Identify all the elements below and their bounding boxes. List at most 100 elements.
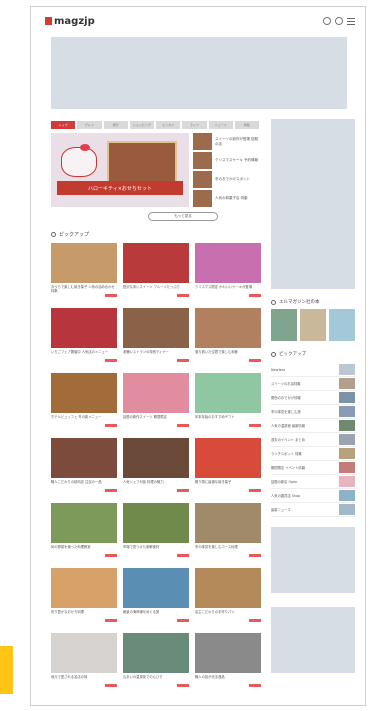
article-title: 年末年始のおすすめギフト xyxy=(195,415,235,419)
news-item[interactable]: 冬のおでかけスポット xyxy=(193,171,261,188)
article-card[interactable]: 人気シェフ対談 料理の魅力 xyxy=(123,438,189,495)
tab-4[interactable]: エンタメ xyxy=(156,121,181,129)
pickup-item[interactable]: ランチスポット 特集 xyxy=(271,447,355,461)
pickup-item[interactable]: 人気の雑貨店 Shop xyxy=(271,489,355,503)
article-card[interactable]: 店主こだわりの手作りパン xyxy=(195,568,261,625)
tab-6[interactable]: ニュース xyxy=(208,121,233,129)
pickup-label: 話題の新店 Open xyxy=(271,480,298,484)
pickup-item[interactable]: 話題の新店 Open xyxy=(271,475,355,489)
article-card[interactable]: ホテルビュッフェ 冬の新メニュー xyxy=(51,373,117,430)
pickup-item[interactable]: スイーツのお店特集 xyxy=(271,377,355,391)
sidebar: エルマガジン社の本 ピックアップ NewYear スイーツのお店特集 関西のおでかけ… xyxy=(271,119,355,673)
pickup-item[interactable]: NewYear xyxy=(271,363,355,377)
book-icon xyxy=(271,299,276,305)
category-tag xyxy=(105,684,117,687)
category-tag xyxy=(105,489,117,492)
article-card[interactable]: 市場で見つけた新鮮食材 xyxy=(123,503,189,560)
menu-icon[interactable] xyxy=(347,17,355,25)
top-ad-banner[interactable] xyxy=(51,37,347,109)
pickup-thumbnail xyxy=(339,378,355,389)
sidebar-ad-2[interactable] xyxy=(271,527,355,593)
article-title: 冬の味覚を楽しむコース料理 xyxy=(195,545,238,549)
article-card[interactable]: 落ち着いた空間で楽しむ和食 xyxy=(195,308,261,365)
article-card[interactable]: 冬の味覚を楽しむコース料理 xyxy=(195,503,261,560)
hero-banner[interactable]: ハローキティ×おせちセット xyxy=(51,133,189,207)
news-title: 冬のおでかけスポット xyxy=(215,177,250,182)
news-item[interactable]: 人気の和菓子店 特集 xyxy=(193,190,261,207)
pickup-label: 最新ニュース xyxy=(271,508,291,512)
tab-2[interactable]: 旅行 xyxy=(103,121,128,129)
news-item[interactable]: クリスマスケーキ 予約情報 xyxy=(193,152,261,169)
pickup-item[interactable]: 関西のおでかけ情報 xyxy=(271,391,355,405)
article-card[interactable]: クリスマス限定 かわいいケーキが登場 xyxy=(195,243,261,300)
article-card[interactable]: 旬の野菜を使った料理教室 xyxy=(51,503,117,560)
tab-1[interactable]: グルメ xyxy=(77,121,102,129)
article-card[interactable]: いちごフェア開催中 人気店のメニュー xyxy=(51,308,117,365)
article-title: ホテルビュッフェ 冬の新メニュー xyxy=(51,415,102,419)
site-logo[interactable]: magzjp xyxy=(45,16,95,27)
article-thumbnail xyxy=(51,373,117,413)
sidebar-ad-3[interactable] xyxy=(271,607,355,673)
category-tag xyxy=(105,619,117,622)
article-card[interactable]: 絶景の海岸線をめぐる旅 xyxy=(123,568,189,625)
category-tag xyxy=(105,294,117,297)
tab-0[interactable]: トップ xyxy=(51,121,76,129)
category-tag xyxy=(177,359,189,362)
article-card[interactable]: 山あいの温泉街でのんびり xyxy=(123,633,189,690)
article-thumbnail xyxy=(195,373,261,413)
pickup-label: 冬の味覚を楽しむ旅 xyxy=(271,410,301,414)
pickup-item[interactable]: 冬の味覚を楽しむ旅 xyxy=(271,405,355,419)
article-grid: おうちで楽しむ焼き菓子 人気の詰め合わせ特集 贅沢な赤いスイーツ フルーツたっぷり… xyxy=(51,243,261,690)
article-title: 絶景の海岸線をめぐる旅 xyxy=(123,610,160,614)
article-card[interactable]: 職人の技が光る逸品 xyxy=(195,633,261,690)
article-title: おうちで楽しむ焼き菓子 人気の詰め合わせ特集 xyxy=(51,285,115,293)
article-card[interactable]: 贅沢な赤いスイーツ フルーツたっぷり xyxy=(123,243,189,300)
pickup-item[interactable]: 人気の温泉宿 最新情報 xyxy=(271,419,355,433)
magazine-cover[interactable] xyxy=(329,309,355,341)
article-thumbnail xyxy=(123,373,189,413)
osechi-box-image xyxy=(107,141,177,183)
article-title: 市場で見つけた新鮮食材 xyxy=(123,545,160,549)
pickup-heading: ピックアップ xyxy=(271,351,355,357)
pickup-label: 人気の雑貨店 Shop xyxy=(271,494,301,498)
article-thumbnail xyxy=(51,243,117,283)
search-icon[interactable] xyxy=(323,17,331,25)
article-thumbnail xyxy=(51,503,117,543)
tab-3[interactable]: ショッピング xyxy=(129,121,154,129)
settings-icon[interactable] xyxy=(335,17,343,25)
pickup-item[interactable]: 週末のイベント まとめ xyxy=(271,433,355,447)
article-thumbnail xyxy=(123,568,189,608)
pickup-icon xyxy=(51,232,56,237)
pickup-label: 人気の温泉宿 最新情報 xyxy=(271,424,306,428)
article-card[interactable]: 老舗レストランの特別ディナー xyxy=(123,308,189,365)
more-button[interactable]: もっと見る xyxy=(148,212,218,221)
category-tag xyxy=(249,294,261,297)
article-thumbnail xyxy=(123,243,189,283)
side-badge xyxy=(0,646,13,694)
news-thumbnail xyxy=(193,152,212,169)
article-card[interactable]: 職人こだわりの精肉店 注目の一品 xyxy=(51,438,117,495)
pickup-thumbnail xyxy=(339,406,355,417)
article-card[interactable]: 贈り物に最適な焼き菓子 xyxy=(195,438,261,495)
magazine-cover[interactable] xyxy=(271,309,297,341)
sidebar-ad[interactable] xyxy=(271,119,355,289)
tab-5[interactable]: ライフ xyxy=(182,121,207,129)
article-card[interactable]: 年末年始のおすすめギフト xyxy=(195,373,261,430)
magazine-cover[interactable] xyxy=(300,309,326,341)
pickup-item[interactable]: 期間限定 イベント情報 xyxy=(271,461,355,475)
pickup-label: 週末のイベント まとめ xyxy=(271,438,306,442)
article-thumbnail xyxy=(123,503,189,543)
article-card[interactable]: 彩り豊かなおせち料理 xyxy=(51,568,117,625)
news-item[interactable]: スイーツの新作が登場 話題の店 xyxy=(193,133,261,150)
article-card[interactable]: 話題の新作スイーツ 期間限定 xyxy=(123,373,189,430)
magazine-row xyxy=(271,309,355,341)
article-card[interactable]: 地元で愛される名店の味 xyxy=(51,633,117,690)
pickup-thumbnail xyxy=(339,434,355,445)
tab-7[interactable]: 特集 xyxy=(234,121,259,129)
article-title: 贅沢な赤いスイーツ フルーツたっぷり xyxy=(123,285,180,289)
pickup-icon xyxy=(271,351,276,357)
pickup-thumbnail xyxy=(339,392,355,403)
pickup-item[interactable]: 最新ニュース xyxy=(271,503,355,517)
article-card[interactable]: おうちで楽しむ焼き菓子 人気の詰め合わせ特集 xyxy=(51,243,117,300)
category-tag xyxy=(249,424,261,427)
